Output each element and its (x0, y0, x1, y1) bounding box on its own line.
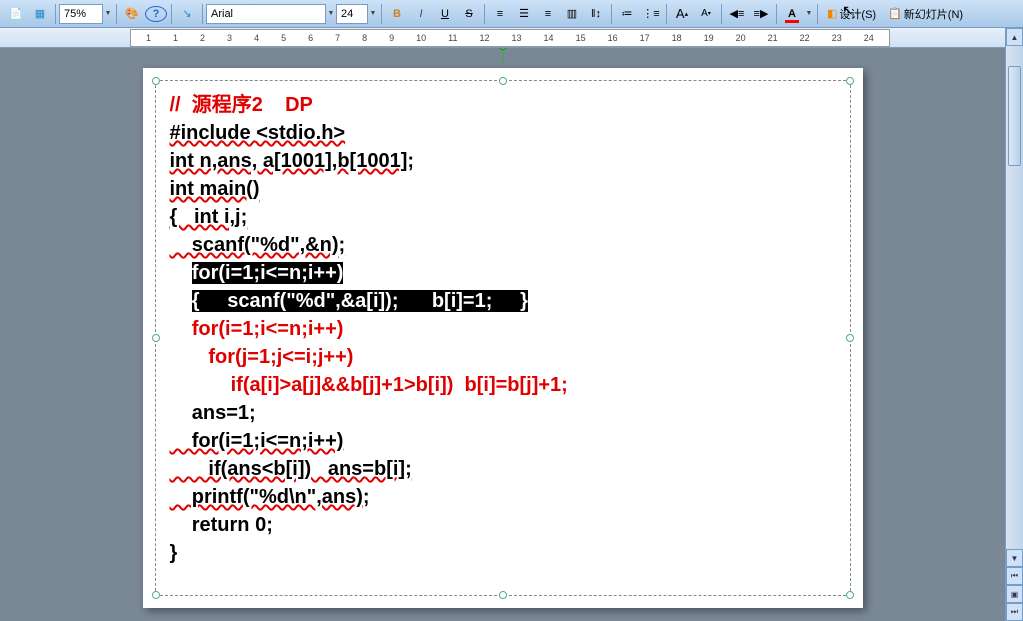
resize-handle-tl[interactable] (152, 77, 160, 85)
code-textbox[interactable]: // 源程序2 DP #include <stdio.h> int n,ans,… (155, 80, 851, 596)
ruler-tick: 9 (389, 33, 394, 43)
code-line: if(a[i]>a[j]&&b[j]+1>b[i]) b[i]=b[j]+1; (170, 371, 836, 399)
bold-button[interactable]: B (386, 3, 408, 25)
code-line: // 源程序2 DP (170, 91, 836, 119)
code-line: int n,ans, a[1001],b[1001]; (170, 147, 836, 175)
font-size-input[interactable] (336, 4, 368, 24)
ruler-tick: 7 (335, 33, 340, 43)
scroll-thumb[interactable] (1008, 66, 1021, 166)
code-line: { scanf("%d",&a[i]); b[i]=1; } (170, 287, 836, 315)
list-bullet-icon[interactable]: ⋮≡ (640, 3, 662, 25)
ruler-tick: 4 (254, 33, 259, 43)
strike-button[interactable]: S (458, 3, 480, 25)
slide-workspace[interactable]: // 源程序2 DP #include <stdio.h> int n,ans,… (0, 48, 1005, 621)
font-increase-icon[interactable]: A▴ (671, 3, 693, 25)
font-color-dropdown[interactable]: ▼ (804, 4, 814, 24)
scroll-up-icon[interactable]: ▲ (1006, 28, 1023, 46)
scroll-track[interactable] (1006, 46, 1023, 549)
ruler-tick: 10 (416, 33, 426, 43)
zoom-dropdown[interactable]: ▼ (103, 4, 113, 24)
ruler-tick: 11 (448, 33, 457, 43)
new-slide-button[interactable]: 📋新幻灯片(N) (883, 3, 968, 25)
align-right-icon[interactable]: ≡ (537, 3, 559, 25)
code-line: for(j=1;j<=i;j++) (170, 343, 836, 371)
vertical-scrollbar[interactable]: ▲ ▼ ⏮ ▣ ⏭ (1005, 28, 1023, 621)
ruler-tick: 19 (704, 33, 714, 43)
design-button[interactable]: ◧设计(S) (822, 3, 881, 25)
code-line: } (170, 539, 836, 567)
align-left-icon[interactable]: ≡ (489, 3, 511, 25)
resize-handle-tr[interactable] (846, 77, 854, 85)
indent-increase-icon[interactable]: ≡▶ (750, 3, 772, 25)
rotation-handle[interactable] (498, 48, 508, 50)
resize-handle-bl[interactable] (152, 591, 160, 599)
code-line: if(ans<b[i]) ans=b[i]; (170, 455, 836, 483)
prev-slide-icon[interactable]: ⏮ (1006, 567, 1023, 585)
italic-button[interactable]: I (410, 3, 432, 25)
ruler-tick: 23 (832, 33, 842, 43)
ruler-tick: 21 (768, 33, 778, 43)
ruler-bar: 1 1 2 3 4 5 6 7 8 9 10 11 12 13 14 15 16… (0, 28, 1023, 48)
code-line: #include <stdio.h> (170, 119, 836, 147)
font-color-button[interactable]: A (781, 3, 803, 25)
ruler-tick: 17 (640, 33, 650, 43)
ruler-tick: 2 (200, 33, 205, 43)
ruler-tick: 20 (736, 33, 746, 43)
resize-handle-ml[interactable] (152, 334, 160, 342)
list-numbered-icon[interactable]: ≔ (616, 3, 638, 25)
resize-handle-tm[interactable] (499, 77, 507, 85)
ruler-tick: 1 (146, 33, 151, 43)
grid-icon[interactable]: ▦ (29, 3, 51, 25)
zoom-input[interactable] (59, 4, 103, 24)
resize-handle-bm[interactable] (499, 591, 507, 599)
align-justify-icon[interactable]: ▥ (561, 3, 583, 25)
ruler-tick: 14 (544, 33, 554, 43)
ruler-tick: 22 (800, 33, 810, 43)
code-line: for(i=1;i<=n;i++) (170, 315, 836, 343)
code-line: ans=1; (170, 399, 836, 427)
code-line: printf("%d\n",ans); (170, 483, 836, 511)
line-spacing-icon[interactable]: ‖↕ (585, 3, 607, 25)
indent-decrease-icon[interactable]: ◀≡ (726, 3, 748, 25)
slide-show-icon[interactable]: ▣ (1006, 585, 1023, 603)
font-name-dropdown[interactable]: ▼ (326, 4, 336, 24)
horizontal-ruler[interactable]: 1 1 2 3 4 5 6 7 8 9 10 11 12 13 14 15 16… (130, 29, 890, 47)
ruler-tick: 15 (576, 33, 586, 43)
slide-canvas[interactable]: // 源程序2 DP #include <stdio.h> int n,ans,… (143, 68, 863, 608)
ruler-tick: 24 (864, 33, 874, 43)
code-line: for(i=1;i<=n;i++) (170, 427, 836, 455)
ruler-tick: 1 (173, 33, 178, 43)
rotation-line (503, 50, 504, 64)
ruler-tick: 16 (608, 33, 618, 43)
code-line: scanf("%d",&n); (170, 231, 836, 259)
underline-button[interactable]: U (434, 3, 456, 25)
ruler-tick: 6 (308, 33, 313, 43)
palette-icon[interactable]: 🎨 (121, 3, 143, 25)
arrow-icon[interactable]: ↘ (176, 3, 198, 25)
font-decrease-icon[interactable]: A▾ (695, 3, 717, 25)
font-size-dropdown[interactable]: ▼ (368, 4, 378, 24)
scroll-down-icon[interactable]: ▼ (1006, 549, 1023, 567)
help-icon[interactable]: ? (145, 6, 167, 22)
next-slide-icon[interactable]: ⏭ (1006, 603, 1023, 621)
code-line: return 0; (170, 511, 836, 539)
resize-handle-mr[interactable] (846, 334, 854, 342)
ruler-tick: 13 (512, 33, 522, 43)
code-line: for(i=1;i<=n;i++) (170, 259, 836, 287)
font-name-input[interactable] (206, 4, 326, 24)
ruler-tick: 18 (672, 33, 682, 43)
ruler-tick: 8 (362, 33, 367, 43)
ruler-tick: 12 (480, 33, 490, 43)
code-line: int main() (170, 175, 836, 203)
align-center-icon[interactable]: ☰ (513, 3, 535, 25)
main-toolbar: 📄 ▦ ▼ 🎨 ? ↘ ▼ ▼ B I U S ≡ ☰ ≡ ▥ ‖↕ ≔ ⋮≡ … (0, 0, 1023, 28)
ruler-tick: 5 (281, 33, 286, 43)
new-doc-icon[interactable]: 📄 (5, 3, 27, 25)
code-content[interactable]: // 源程序2 DP #include <stdio.h> int n,ans,… (170, 91, 836, 567)
code-line: { int i,j; (170, 203, 836, 231)
ruler-tick: 3 (227, 33, 232, 43)
resize-handle-br[interactable] (846, 591, 854, 599)
